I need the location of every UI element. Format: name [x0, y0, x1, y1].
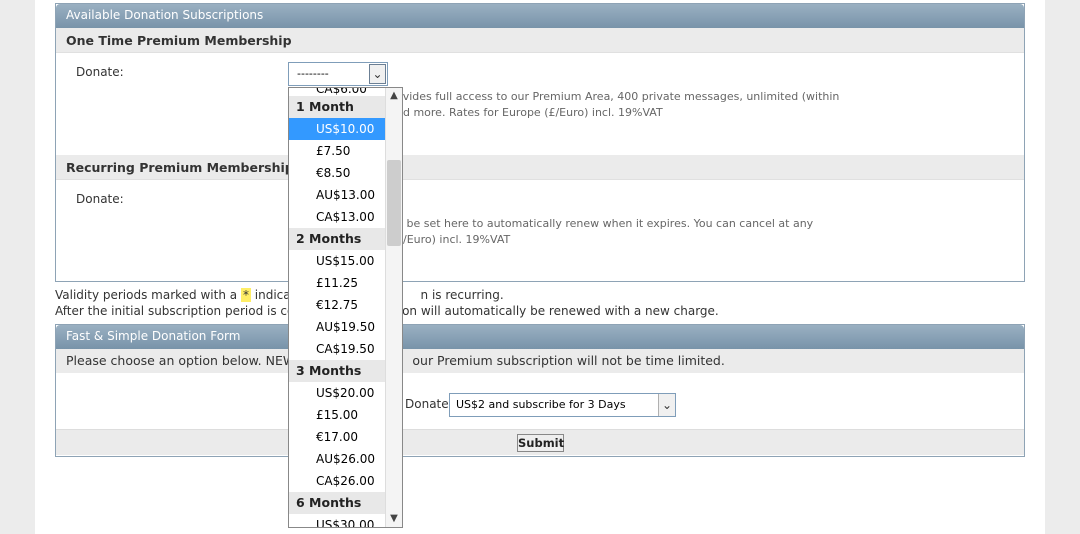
dropdown-scrollbar[interactable]: ▲ ▼ [385, 88, 402, 527]
dropdown-group-label: 6 Months [289, 492, 386, 514]
one-time-donate-select[interactable]: -------- ⌄ [288, 62, 388, 86]
subscriptions-header: Available Donation Subscriptions [56, 4, 1024, 28]
validity-text-2b: tion will automatically be renewed with … [394, 304, 719, 318]
dropdown-group-label: 3 Months [289, 360, 386, 382]
one-time-title: One Time Premium Membership [56, 28, 1024, 53]
fast-donation-row: Donate US$2 and subscribe for 3 Days ⌄ [56, 373, 1024, 429]
fast-donate-label: Donate [405, 397, 449, 411]
validity-text-1a: Validity periods marked with a [55, 288, 238, 302]
scrollbar-thumb[interactable] [387, 160, 401, 246]
page-content: Available Donation Subscriptions One Tim… [35, 0, 1045, 534]
dropdown-partial-option[interactable]: CA$6.00 [289, 88, 386, 96]
dropdown-option[interactable]: £15.00 [289, 404, 386, 426]
submit-button[interactable]: Submit [517, 434, 564, 452]
dropdown-group-label: 2 Months [289, 228, 386, 250]
fast-note-a: Please choose an option below. NEW: I [66, 353, 307, 368]
recurring-description: n be set here to automatically renew whe… [396, 216, 813, 248]
fast-donation-note: Please choose an option below. NEW: I our… [56, 349, 1024, 373]
one-time-desc-line2: nd more. Rates for Europe (£/Euro) incl.… [396, 106, 663, 119]
fast-donation-header: Fast & Simple Donation Form [56, 325, 1024, 349]
dropdown-option[interactable]: CA$13.00 [289, 206, 386, 228]
validity-text-1c: n is recurring. [420, 288, 504, 302]
dropdown-option[interactable]: €17.00 [289, 426, 386, 448]
recurring-body: Donate: n be set here to automatically r… [56, 180, 1024, 282]
dropdown-option[interactable]: AU$13.00 [289, 184, 386, 206]
chevron-down-icon[interactable]: ▼ [386, 511, 402, 527]
dropdown-group-label: 1 Month [289, 96, 386, 118]
dropdown-option[interactable]: US$10.00 [289, 118, 386, 140]
recurring-title: Recurring Premium Membership [56, 155, 1024, 180]
dropdown-option[interactable]: CA$19.50 [289, 338, 386, 360]
chevron-up-icon[interactable]: ▲ [386, 88, 402, 104]
recurring-star: * [240, 288, 251, 302]
recurring-desc-line2: £/Euro) incl. 19%VAT [396, 233, 511, 246]
one-time-desc-line1: ovides full access to our Premium Area, … [396, 90, 840, 103]
dropdown-option[interactable]: £7.50 [289, 140, 386, 162]
fast-donate-select-value: US$2 and subscribe for 3 Days [456, 398, 626, 411]
one-time-body: Donate: ovides full access to our Premiu… [56, 53, 1024, 155]
dropdown-options: CA$6.00 1 Month US$10.00 £7.50 €8.50 AU$13.0… [289, 88, 386, 527]
fast-note-b: our Premium subscription will not be tim… [412, 353, 725, 368]
chevron-down-icon[interactable]: ⌄ [658, 394, 675, 416]
dropdown-option[interactable]: AU$19.50 [289, 316, 386, 338]
donate-dropdown-list[interactable]: CA$6.00 1 Month US$10.00 £7.50 €8.50 AU$13.0… [288, 87, 403, 528]
dropdown-option[interactable]: £11.25 [289, 272, 386, 294]
dropdown-option[interactable]: €12.75 [289, 294, 386, 316]
dropdown-option[interactable]: AU$26.00 [289, 448, 386, 470]
one-time-select-value: -------- [297, 67, 329, 80]
dropdown-option[interactable]: US$20.00 [289, 382, 386, 404]
submit-row: Submit [56, 429, 1024, 455]
dropdown-option[interactable]: US$15.00 [289, 250, 386, 272]
dropdown-option[interactable]: CA$26.00 [289, 470, 386, 492]
fast-donate-select[interactable]: US$2 and subscribe for 3 Days ⌄ [449, 393, 676, 417]
fast-donation-panel: Fast & Simple Donation Form Please choos… [55, 324, 1025, 457]
one-time-description: ovides full access to our Premium Area, … [396, 89, 839, 121]
one-time-donate-label: Donate: [76, 65, 124, 79]
recurring-desc-line1: n be set here to automatically renew whe… [396, 217, 814, 230]
subscriptions-panel: Available Donation Subscriptions One Tim… [55, 3, 1025, 282]
recurring-donate-label: Donate: [76, 192, 124, 206]
chevron-down-icon[interactable]: ⌄ [369, 64, 386, 84]
validity-text-2a: After the initial subscription period is… [55, 304, 307, 318]
dropdown-option[interactable]: €8.50 [289, 162, 386, 184]
dropdown-option[interactable]: US$30.00 [289, 514, 386, 527]
